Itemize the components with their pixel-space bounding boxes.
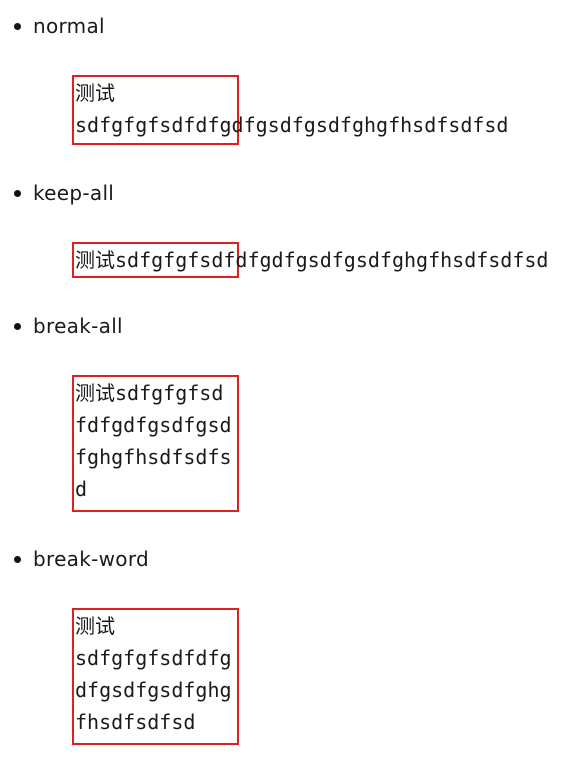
list-item-break-all: break-all bbox=[14, 314, 123, 338]
demo-text-line: sdfgfgfsdfdfgdfgsdfgsdfghgfhsdfsdfsd bbox=[75, 113, 509, 137]
bullet-icon bbox=[14, 555, 21, 563]
bullet-icon bbox=[14, 322, 21, 330]
demo-text-line: 测试sdfgfgfsdfdfgdfgsdfgsdfghgfhsdfsdfsd bbox=[75, 248, 549, 272]
list-item-break-word: break-word bbox=[14, 547, 149, 571]
list-item-keep-all: keep-all bbox=[14, 181, 114, 205]
demo-text-line: 测试 bbox=[75, 81, 115, 105]
demo-box-keep-all: 测试sdfgfgfsdfdfgdfgsdfgsdfghgfhsdfsdfsd bbox=[72, 242, 549, 278]
demo-box-normal: 测试 sdfgfgfsdfdfgdfgsdfgsdfghgfhsdfsdfsd bbox=[72, 75, 509, 145]
demo-text-line: fdfgdfgsdfgsd bbox=[75, 413, 232, 437]
demo-text-line: d bbox=[75, 477, 88, 501]
section-label-break-word: break-word bbox=[33, 547, 149, 571]
section-label-keep-all: keep-all bbox=[33, 181, 115, 205]
demo-text-line: dfgsdfgsdfghg bbox=[75, 678, 232, 702]
list-item-normal: normal bbox=[14, 14, 105, 38]
demo-text-line: 测试 bbox=[75, 614, 115, 638]
section-label-normal: normal bbox=[33, 14, 105, 38]
demo-box-break-word: 测试 sdfgfgfsdfdfg dfgsdfgsdfghg fhsdfsdfs… bbox=[72, 608, 239, 745]
bullet-icon bbox=[14, 22, 21, 30]
demo-box-break-all: 测试sdfgfgfsd fdfgdfgsdfgsd fghgfhsdfsdfs … bbox=[72, 375, 239, 512]
bullet-icon bbox=[14, 189, 21, 197]
demo-text-line: 测试sdfgfgfsd bbox=[75, 381, 224, 405]
demo-text-line: fghgfhsdfsdfs bbox=[75, 445, 232, 469]
section-label-break-all: break-all bbox=[33, 314, 123, 338]
demo-text-line: sdfgfgfsdfdfg bbox=[75, 646, 232, 670]
demo-text-line: fhsdfsdfsd bbox=[75, 710, 196, 734]
